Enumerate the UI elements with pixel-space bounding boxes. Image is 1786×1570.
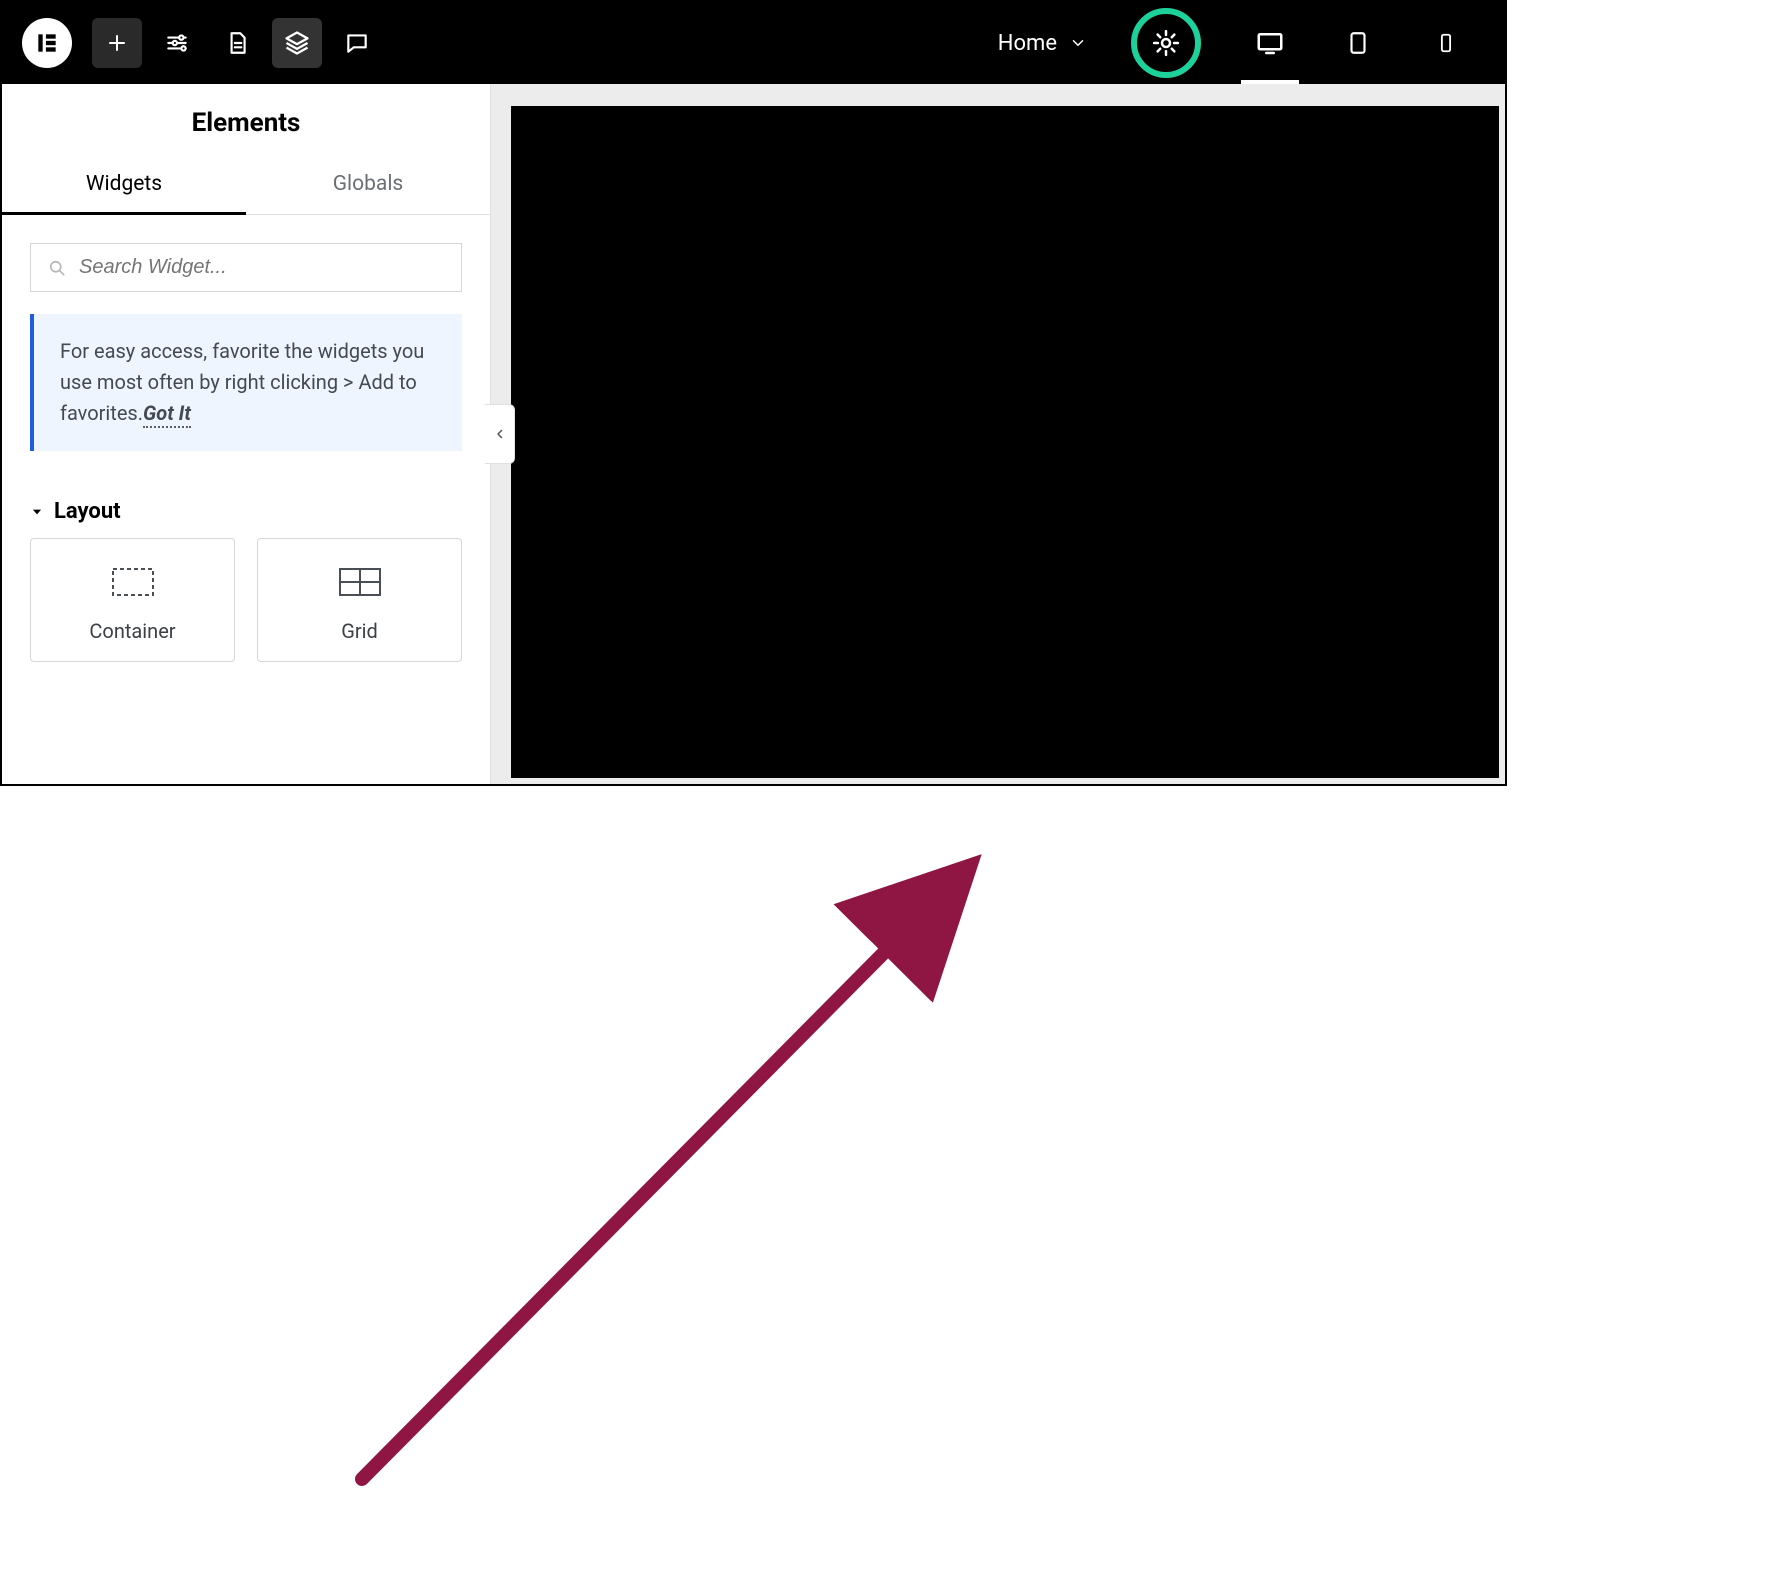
- grid-icon: [336, 565, 384, 599]
- gotit-link[interactable]: Got It: [143, 401, 191, 428]
- main-area: Elements Widgets Globals For easy access…: [2, 84, 1505, 784]
- layers-icon: [283, 29, 311, 57]
- tab-widgets[interactable]: Widgets: [2, 156, 246, 215]
- elementor-logo[interactable]: [22, 18, 72, 68]
- page-icon: [224, 30, 250, 56]
- site-settings-button[interactable]: [152, 18, 202, 68]
- page-selector[interactable]: Home: [984, 31, 1101, 56]
- layout-section-label: Layout: [54, 499, 121, 524]
- layout-section-header[interactable]: Layout: [2, 475, 490, 538]
- panel-tabs: Widgets Globals: [2, 156, 490, 215]
- widget-container[interactable]: Container: [30, 538, 235, 662]
- canvas-area: [491, 84, 1505, 784]
- widget-grid-label: Grid: [266, 619, 453, 643]
- canvas-content[interactable]: [511, 106, 1499, 778]
- add-element-button[interactable]: [92, 18, 142, 68]
- widget-container-label: Container: [39, 619, 226, 643]
- annotation-arrow: [2, 784, 1509, 1570]
- tablet-icon: [1345, 28, 1371, 58]
- favorites-tip: For easy access, favorite the widgets yo…: [30, 314, 462, 451]
- caret-down-icon: [30, 505, 44, 519]
- settings-highlight-circle: [1131, 8, 1201, 78]
- container-icon: [109, 565, 157, 599]
- topbar: Home: [2, 2, 1505, 84]
- chevron-down-icon: [1069, 34, 1087, 52]
- panel-collapse-button[interactable]: [485, 404, 515, 464]
- document-settings-button[interactable]: [1151, 28, 1181, 58]
- desktop-icon: [1255, 28, 1285, 58]
- mobile-icon: [1435, 28, 1457, 58]
- tab-globals[interactable]: Globals: [246, 156, 490, 214]
- page-selector-label: Home: [998, 31, 1057, 56]
- favorites-tip-text: For easy access, favorite the widgets yo…: [60, 339, 424, 425]
- notes-button[interactable]: [332, 18, 382, 68]
- page-settings-button[interactable]: [212, 18, 262, 68]
- structure-button[interactable]: [272, 18, 322, 68]
- mobile-view-button[interactable]: [1421, 18, 1471, 68]
- widget-search[interactable]: [30, 243, 462, 292]
- chat-icon: [344, 30, 370, 56]
- panel-title: Elements: [2, 84, 490, 156]
- widget-grid[interactable]: Grid: [257, 538, 462, 662]
- layout-widgets: Container Grid: [2, 538, 490, 688]
- sliders-icon: [164, 30, 190, 56]
- search-input[interactable]: [79, 256, 445, 279]
- desktop-view-button[interactable]: [1245, 18, 1295, 68]
- elementor-logo-icon: [34, 30, 60, 56]
- plus-icon: [105, 31, 129, 55]
- search-icon: [47, 258, 67, 278]
- elements-panel: Elements Widgets Globals For easy access…: [2, 84, 491, 784]
- chevron-left-icon: [494, 427, 506, 441]
- gear-icon: [1151, 28, 1181, 58]
- tablet-view-button[interactable]: [1333, 18, 1383, 68]
